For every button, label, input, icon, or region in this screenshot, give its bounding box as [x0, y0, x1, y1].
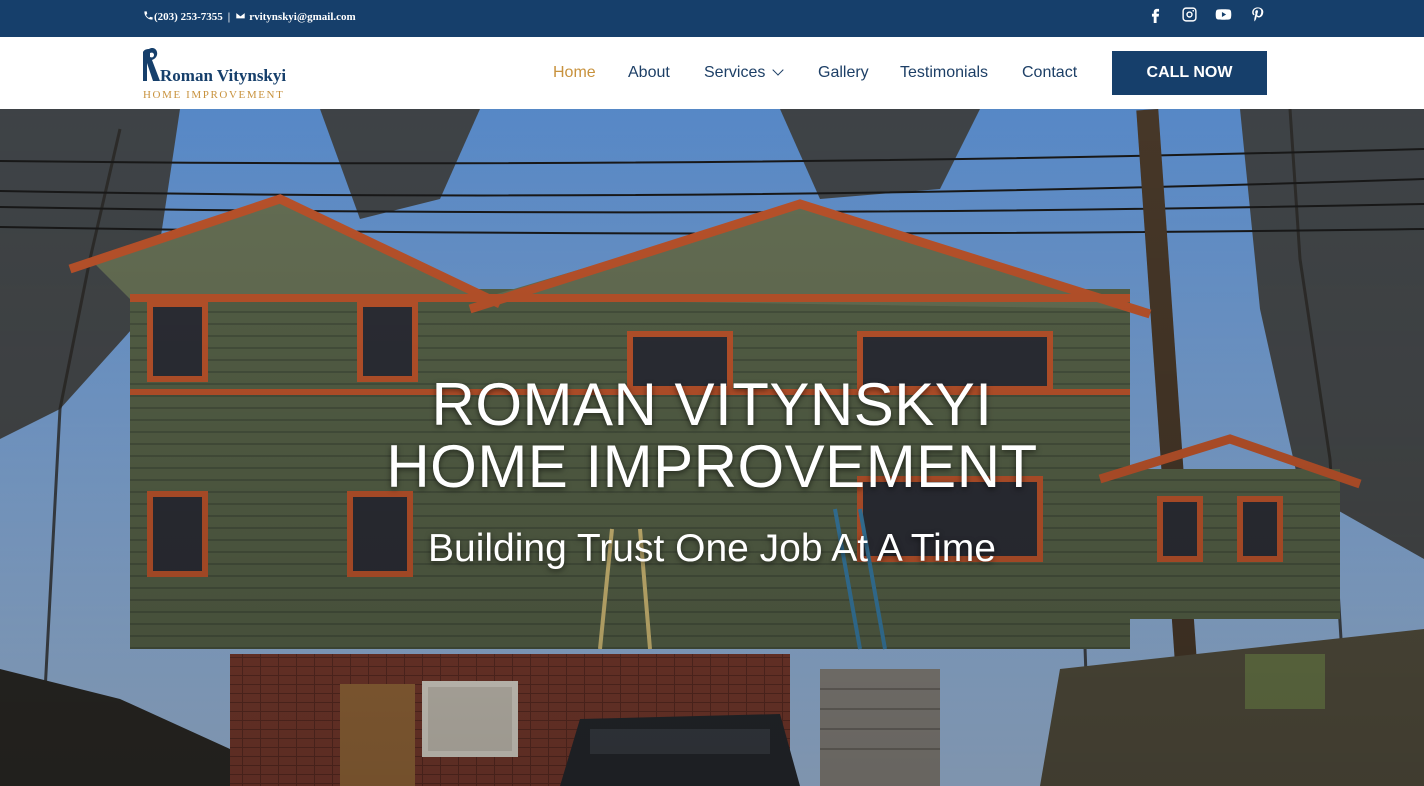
nav-testimonials[interactable]: Testimonials	[900, 64, 988, 82]
contact-separator: |	[227, 11, 231, 23]
youtube-icon[interactable]	[1214, 5, 1232, 23]
top-bar: (203) 253-7355 | rvitynskyi@gmail.com	[0, 0, 1424, 37]
nav-gallery[interactable]: Gallery	[818, 64, 869, 82]
hero-subtitle: Building Trust One Job At A Time	[428, 527, 996, 570]
phone-link[interactable]: (203) 253-7355	[154, 11, 223, 23]
facebook-icon[interactable]	[1146, 5, 1164, 23]
contact-info: (203) 253-7355 | rvitynskyi@gmail.com	[143, 10, 356, 24]
call-now-button[interactable]: CALL NOW	[1112, 51, 1267, 95]
nav-services-label: Services	[704, 64, 766, 81]
site-header: Roman Vitynskyi HOME IMPROVEMENT Home Ab…	[0, 37, 1424, 109]
nav-about[interactable]: About	[628, 64, 670, 82]
hero-title: ROMAN VITYNSKYI HOME IMPROVEMENT	[0, 374, 1424, 498]
chevron-down-icon	[772, 64, 785, 76]
site-logo[interactable]: Roman Vitynskyi HOME IMPROVEMENT	[143, 47, 295, 102]
mail-icon	[235, 10, 246, 24]
instagram-icon[interactable]	[1180, 5, 1198, 23]
hero-section: ROMAN VITYNSKYI HOME IMPROVEMENT Buildin…	[0, 109, 1424, 786]
hero-title-line-1: ROMAN VITYNSKYI	[431, 371, 993, 438]
logo-tagline: HOME IMPROVEMENT	[143, 89, 284, 101]
hero-title-line-2: HOME IMPROVEMENT	[386, 433, 1038, 500]
logo-name: Roman Vitynskyi	[160, 66, 286, 85]
nav-contact[interactable]: Contact	[1022, 64, 1077, 82]
nav-services[interactable]: Services	[704, 64, 785, 82]
pinterest-icon[interactable]	[1248, 5, 1266, 23]
email-link[interactable]: rvitynskyi@gmail.com	[249, 11, 355, 23]
nav-home[interactable]: Home	[553, 64, 596, 82]
phone-icon	[143, 10, 154, 24]
